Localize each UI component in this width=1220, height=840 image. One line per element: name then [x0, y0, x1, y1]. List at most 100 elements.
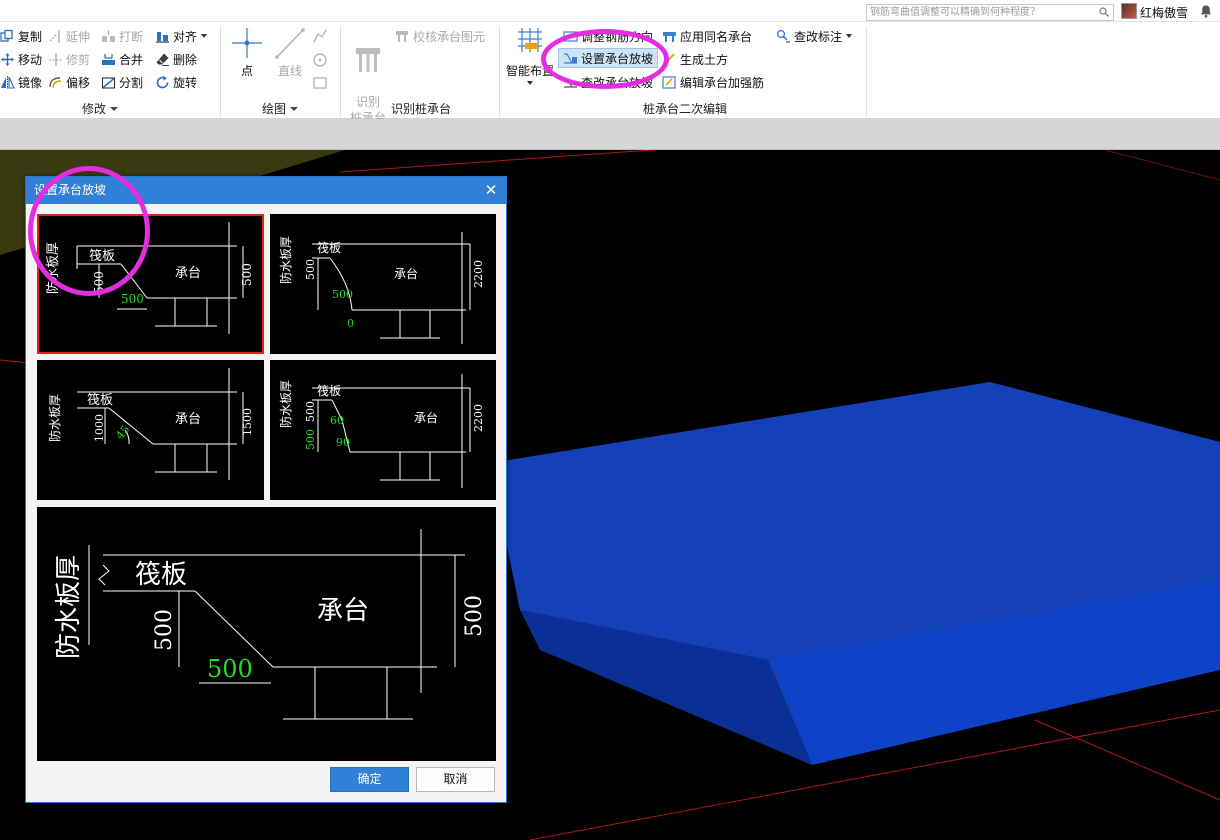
circle-icon[interactable] [312, 52, 328, 68]
move-button[interactable]: 移动 [0, 49, 42, 69]
identify-cap-button[interactable]: 识别 桩承台 [346, 26, 390, 126]
height-dim: 2200 [472, 404, 485, 432]
cancel-button[interactable]: 取消 [416, 767, 495, 792]
smart-layout-icon [518, 28, 542, 52]
edit-reinforce-icon [662, 75, 676, 89]
depth-dim: 500 [304, 259, 317, 280]
polyline-icon[interactable] [312, 28, 328, 44]
search-icon[interactable] [1099, 7, 1109, 17]
break-icon [102, 29, 115, 42]
set-cap-slope-dialog: 设置承台放坡 ✕ 防水板厚 筏板 500 500 承台 500 防水板厚 筏板 … [25, 176, 507, 803]
group-divider [340, 26, 341, 116]
slope-option-3[interactable]: 防水板厚 筏板 1000 45 承台 1500 [37, 360, 264, 500]
angle-dim: 90 [336, 436, 350, 449]
mirror-icon [1, 75, 15, 89]
toolbar-strip [0, 119, 1220, 150]
rotate-button[interactable]: 旋转 [155, 72, 197, 92]
top-label: 筏板 [89, 248, 115, 264]
axis-line [339, 150, 660, 173]
cap-edit-group-label: 桩承台二次编辑 [643, 102, 728, 116]
slope-edit-icon [564, 77, 577, 88]
side-label: 防水板厚 [45, 242, 61, 294]
ok-button[interactable]: 确定 [330, 767, 409, 792]
merge-icon [102, 53, 115, 65]
width-dim: 500 [121, 292, 144, 306]
slope-diagram: 防水板厚 筏板 500 500 0 承台 2200 [278, 232, 485, 344]
split-button[interactable]: 分割 [101, 72, 143, 92]
group-divider [499, 26, 500, 116]
mirror-button[interactable]: 镜像 [0, 72, 42, 92]
smart-layout-button[interactable]: 智能布置 [505, 26, 555, 85]
dialog-titlebar: 设置承台放坡 ✕ [26, 177, 506, 204]
merge-button[interactable]: 合并 [101, 49, 143, 69]
break-button[interactable]: 打断 [101, 26, 143, 46]
rectangle-icon[interactable] [312, 75, 328, 91]
draw-group-label[interactable]: 绘图 [262, 100, 299, 117]
cap-label: 承台 [175, 266, 201, 281]
cap-label: 承台 [414, 410, 438, 425]
group-divider [220, 26, 221, 116]
line-icon [275, 28, 305, 59]
copy-icon [0, 29, 13, 42]
edit-reinforce-button[interactable]: 编辑承台加强筋 [662, 72, 764, 92]
extend-button[interactable]: 延伸 [48, 26, 90, 46]
height-dim: 500 [462, 595, 487, 637]
angle-dim: 45 [113, 423, 132, 442]
recognize-group-label: 识别桩承台 [391, 102, 452, 116]
trim-button[interactable]: 修剪 [48, 49, 90, 69]
chevron-down-icon [290, 107, 299, 111]
chevron-down-icon [527, 81, 533, 85]
adjust-rebar-button[interactable]: 调整钢筋方向 [563, 26, 653, 46]
point-icon [232, 28, 262, 58]
side-label: 防水板厚 [47, 394, 62, 442]
cap-label: 承台 [394, 266, 418, 281]
line-button[interactable]: 直线 [272, 26, 308, 79]
generate-earth-button[interactable]: 生成土方 [662, 49, 728, 69]
apply-same-name-button[interactable]: 应用同名承台 [662, 26, 752, 46]
slope-option-2[interactable]: 防水板厚 筏板 500 500 0 承台 2200 [270, 214, 496, 354]
slope-diagram: 防水板厚 筏板 1000 45 承台 1500 [47, 368, 254, 480]
slope-option-1[interactable]: 防水板厚 筏板 500 500 承台 500 [37, 214, 264, 354]
modify-group-label[interactable]: 修改 [82, 100, 119, 117]
point-button[interactable]: 点 [230, 26, 264, 79]
check-cap-icon [396, 30, 408, 42]
generate-earth-icon [663, 52, 675, 66]
slope-diagram: 防水板厚 筏板 500 500 承台 500 [45, 222, 254, 334]
height-dim: 2200 [472, 260, 485, 288]
radius-dim: 500 [332, 288, 353, 301]
side-label: 防水板厚 [278, 236, 293, 284]
bell-icon[interactable] [1199, 4, 1213, 18]
username[interactable]: 红梅傲雪 [1140, 4, 1188, 21]
help-search-input[interactable]: 钢筋弯曲值调整可以精确到何种程度？ [866, 4, 1114, 21]
avatar[interactable] [1121, 3, 1137, 19]
depth-dim: 500 [304, 401, 317, 422]
zero-dim: 0 [347, 317, 354, 330]
move-icon [1, 52, 14, 66]
delete-button[interactable]: 删除 [155, 49, 197, 69]
check-label-button[interactable]: 查改标注 [776, 26, 853, 46]
height-dim: 500 [240, 263, 254, 286]
depth-dim: 500 [152, 609, 177, 651]
check-cap-button[interactable]: 校核承台图元 [395, 26, 485, 46]
offset-button[interactable]: 偏移 [48, 72, 90, 92]
chevron-down-icon [110, 107, 119, 111]
extend-icon [49, 29, 60, 43]
cap-label: 承台 [317, 596, 369, 626]
edit-cap-slope-button[interactable]: 查改承台放坡 [563, 72, 653, 92]
trim-icon [49, 52, 62, 66]
top-label: 筏板 [135, 560, 187, 590]
close-icon[interactable]: ✕ [482, 181, 500, 199]
axis-line [1034, 719, 1220, 801]
copy-button[interactable]: 复制 [0, 26, 42, 46]
search-placeholder: 钢筋弯曲值调整可以精确到何种程度？ [870, 7, 1040, 18]
apply-same-name-icon [663, 31, 676, 42]
height-dim: 1500 [241, 408, 254, 436]
top-label: 筏板 [87, 392, 113, 408]
eraser-icon [156, 53, 169, 66]
top-label: 筏板 [317, 384, 341, 398]
set-cap-slope-button[interactable]: 设置承台放坡 [558, 48, 659, 68]
slope-option-4[interactable]: 防水板厚 筏板 500 500 60 90 承台 2200 [270, 360, 496, 500]
align-button[interactable]: 对齐 [155, 26, 208, 46]
slope-diagram: 防水板厚 筏板 500 500 60 90 承台 2200 [278, 374, 485, 488]
rotate-icon [156, 75, 169, 88]
